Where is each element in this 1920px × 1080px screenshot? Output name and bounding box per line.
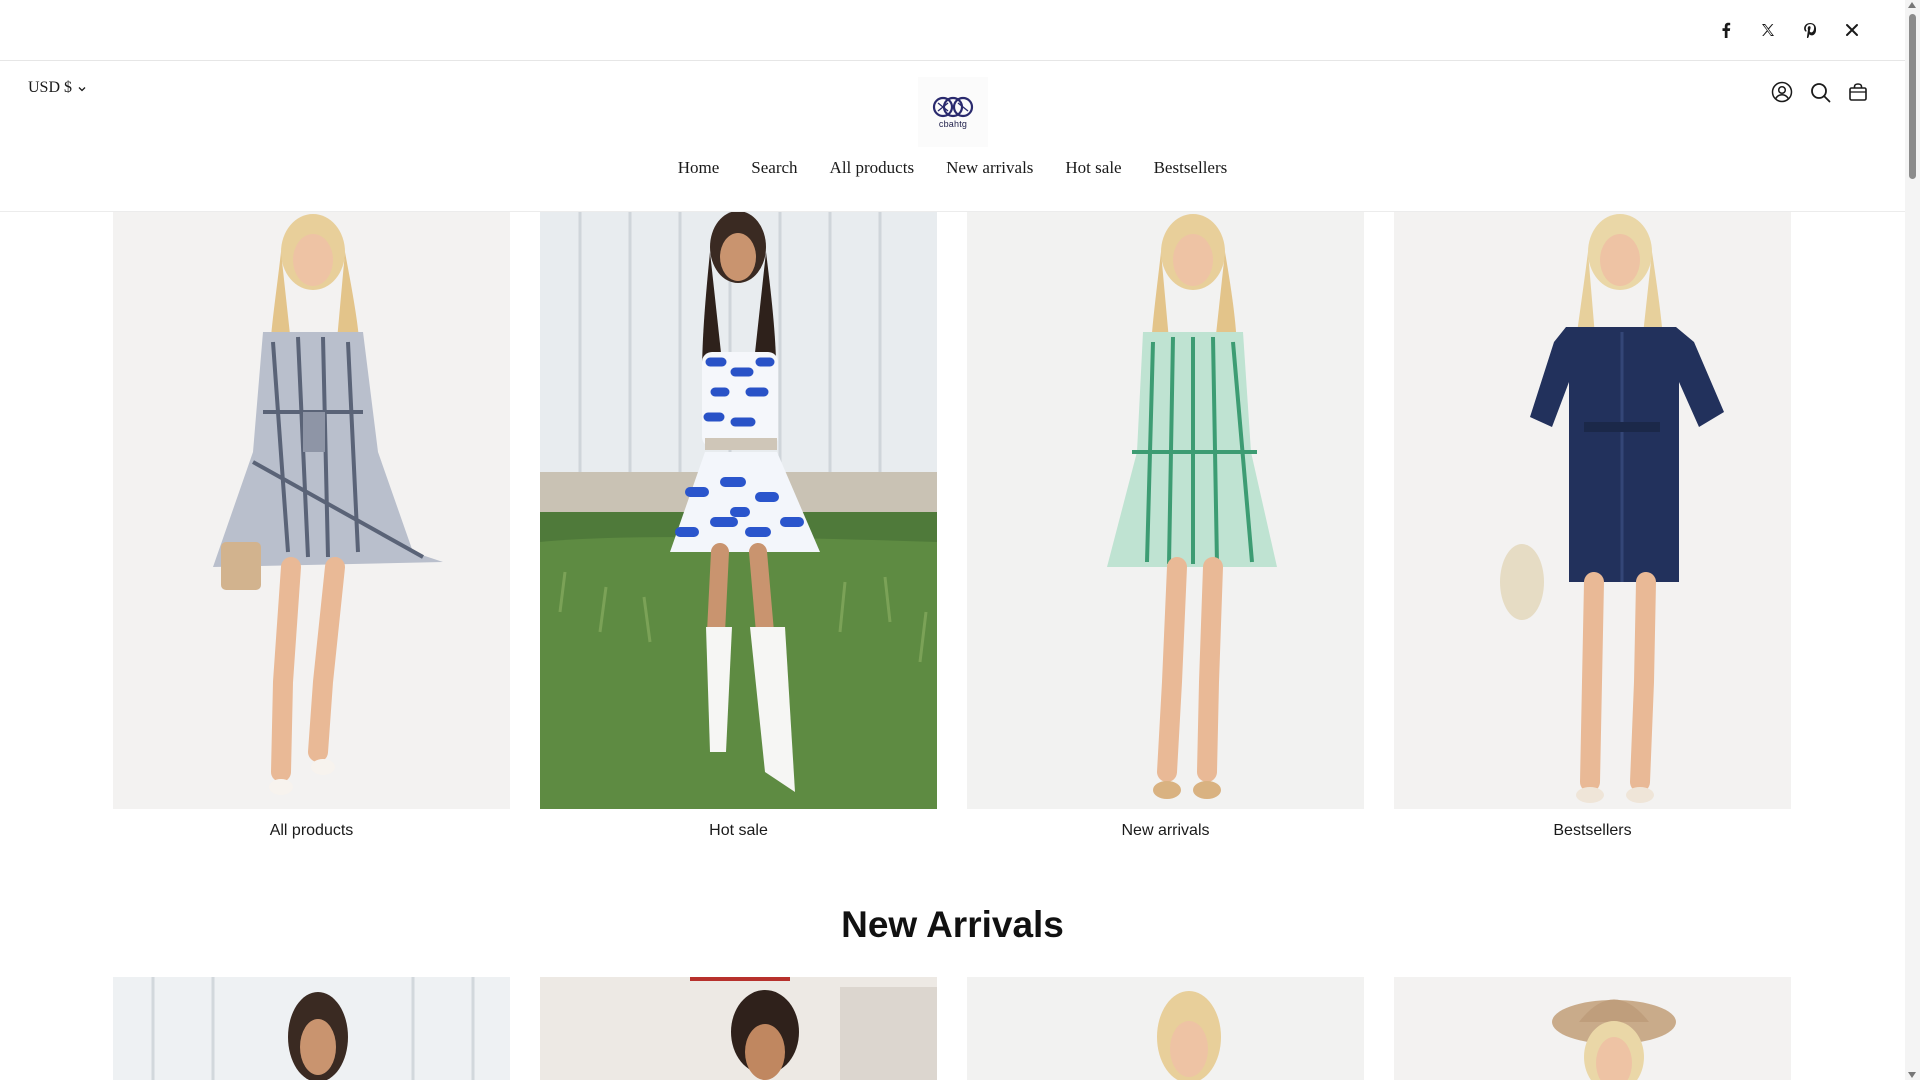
currency-label: USD $ bbox=[28, 79, 73, 96]
collection-label: Bestsellers bbox=[1553, 822, 1632, 839]
collection-image[interactable] bbox=[113, 212, 510, 809]
collection-card-new-arrivals[interactable]: New arrivals bbox=[967, 212, 1364, 840]
collection-label: New arrivals bbox=[1121, 822, 1210, 839]
logo-mark-icon bbox=[932, 96, 974, 117]
product-card[interactable] bbox=[540, 977, 937, 1080]
collection-image[interactable] bbox=[1394, 212, 1791, 809]
collection-label: All products bbox=[269, 822, 354, 839]
account-icon[interactable] bbox=[1769, 79, 1795, 105]
nav-item-bestsellers[interactable]: Bestsellers bbox=[1154, 158, 1228, 178]
cart-icon[interactable] bbox=[1845, 79, 1871, 105]
logo-text: cbahtg bbox=[938, 118, 968, 129]
nav-item-search[interactable]: Search bbox=[751, 158, 797, 178]
close-icon[interactable] bbox=[1831, 18, 1873, 42]
page-scrollbar[interactable] bbox=[1905, 0, 1920, 1080]
new-arrivals-grid bbox=[113, 977, 1794, 1080]
collection-card-bestsellers[interactable]: Bestsellers bbox=[1394, 212, 1791, 840]
nav-item-home[interactable]: Home bbox=[678, 158, 720, 178]
currency-selector[interactable]: USD $ bbox=[28, 79, 86, 97]
chevron-down-icon bbox=[78, 86, 86, 91]
scroll-up-arrow-icon[interactable] bbox=[1908, 2, 1916, 8]
store-logo[interactable]: cbahtg bbox=[918, 77, 988, 147]
product-card[interactable] bbox=[113, 977, 510, 1080]
facebook-icon[interactable] bbox=[1705, 18, 1747, 42]
nav-item-hot-sale[interactable]: Hot sale bbox=[1065, 158, 1121, 178]
nav-item-all-products[interactable]: All products bbox=[830, 158, 915, 178]
collection-image[interactable] bbox=[540, 212, 937, 809]
main-nav: Home Search All products New arrivals Ho… bbox=[0, 158, 1905, 178]
collection-card-all-products[interactable]: All products bbox=[113, 212, 510, 840]
scrollbar-thumb[interactable] bbox=[1909, 14, 1916, 179]
product-card[interactable] bbox=[967, 977, 1364, 1080]
product-card[interactable] bbox=[1394, 977, 1791, 1080]
collection-grid: All products Hot sale New arrivals Bests… bbox=[113, 212, 1794, 840]
nav-item-new-arrivals[interactable]: New arrivals bbox=[946, 158, 1033, 178]
collection-card-hot-sale[interactable]: Hot sale bbox=[540, 212, 937, 840]
search-icon[interactable] bbox=[1807, 79, 1833, 105]
collection-image[interactable] bbox=[967, 212, 1364, 809]
section-title-new-arrivals: New Arrivals bbox=[841, 904, 1064, 945]
collection-label: Hot sale bbox=[709, 822, 768, 839]
header-actions bbox=[1769, 79, 1871, 105]
x-twitter-icon[interactable] bbox=[1747, 18, 1789, 42]
social-bar bbox=[0, 0, 1905, 61]
pinterest-icon[interactable] bbox=[1789, 18, 1831, 42]
site-header: USD $ cbahtg Home Search All products Ne… bbox=[0, 61, 1905, 212]
social-links bbox=[1705, 18, 1873, 42]
scroll-down-arrow-icon[interactable] bbox=[1908, 1072, 1916, 1078]
